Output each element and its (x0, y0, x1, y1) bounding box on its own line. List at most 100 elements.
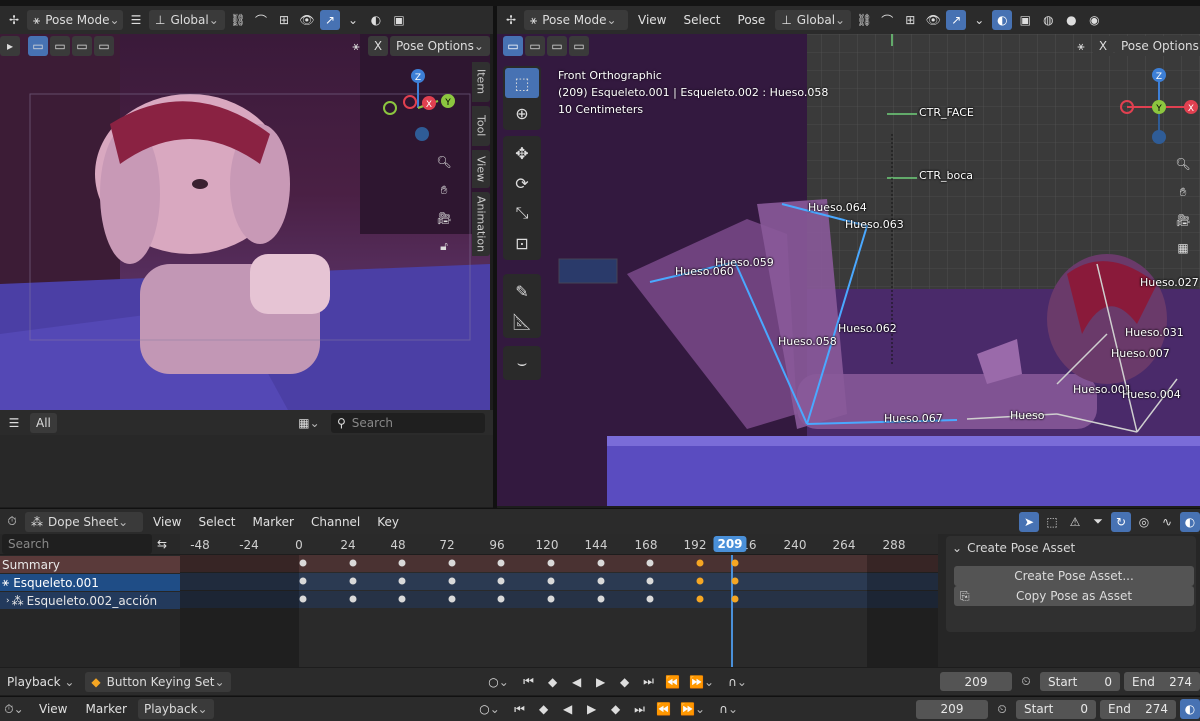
snap-target-icon[interactable]: ⊞ (274, 10, 294, 30)
x-mirror-button[interactable]: X (368, 36, 388, 56)
ds-prev-marker-icon[interactable]: ⏪ (663, 672, 683, 692)
filter-icon[interactable]: ⏷ (1088, 512, 1108, 532)
outliner-search-input[interactable]: ⚲ Search (331, 412, 485, 433)
select-mode-extend-icon[interactable]: ▭ (50, 36, 70, 56)
show-hidden-icon[interactable]: ⬚ (1042, 512, 1062, 532)
tl-current-frame-field[interactable]: 209 (916, 699, 988, 719)
timeline-editor-type-icon[interactable]: ⏱︎ (0, 699, 28, 719)
ds-play-reverse-icon[interactable]: ◀ (567, 672, 587, 692)
right-xray-icon[interactable]: ▣ (1015, 10, 1035, 30)
channel-search-input[interactable]: Search (2, 534, 152, 554)
interpolation-icon[interactable]: ∿ (1157, 512, 1177, 532)
keyframe[interactable] (597, 577, 605, 585)
keyframe[interactable] (349, 577, 357, 585)
select-mode-subtract-icon[interactable]: ▭ (72, 36, 92, 56)
keyframe[interactable] (299, 577, 307, 585)
navigation-gizmo[interactable]: Z X Y (378, 64, 458, 144)
ds-next-marker-icon[interactable]: ⏩ (687, 672, 717, 692)
left-orientation-dropdown[interactable]: ⊥ Global (149, 10, 225, 30)
annotate-tool-icon[interactable]: ✎ (505, 276, 539, 306)
ds-prev-key-icon[interactable]: ◆ (543, 672, 563, 692)
keyframe[interactable] (398, 577, 406, 585)
dopesheet-editor-type-icon[interactable]: ⏱︎ (2, 512, 22, 532)
right-mirror-icon[interactable]: ⚹ (1071, 36, 1091, 56)
mirror-icon[interactable]: ⚹ (346, 36, 366, 56)
ds-jump-start-icon[interactable]: ⏮ (519, 672, 539, 692)
editor-type-icon[interactable]: ✢ (4, 10, 24, 30)
tl-overlay-icon[interactable]: ◐ (1180, 699, 1200, 719)
tl-end-frame-field[interactable]: End 274 (1100, 699, 1176, 719)
ds-start-frame-field[interactable]: Start 0 (1040, 672, 1120, 691)
create-pose-asset-button[interactable]: Create Pose Asset... (954, 566, 1194, 586)
right-pivot-icon[interactable]: ⛓ (854, 10, 874, 30)
keyframe[interactable] (597, 559, 605, 567)
keyframe[interactable] (696, 595, 704, 603)
tl-jump-end-icon[interactable]: ⏭ (630, 699, 650, 719)
scale-tool-icon[interactable]: ⤡ (505, 198, 539, 228)
keyframe[interactable] (696, 577, 704, 585)
keyframe[interactable] (448, 595, 456, 603)
tl-play-icon[interactable]: ▶ (582, 699, 602, 719)
ds-clock-icon[interactable]: ⏲ (1016, 672, 1036, 692)
tl-playback-dropdown[interactable]: Playback (137, 699, 214, 719)
ds-menu-key[interactable]: Key (370, 515, 406, 529)
ds-record-icon[interactable]: ○ (483, 672, 515, 692)
tl-start-frame-field[interactable]: Start 0 (1016, 699, 1096, 719)
keyframe[interactable] (349, 595, 357, 603)
current-frame-indicator[interactable]: 209 (713, 536, 747, 552)
playhead-line[interactable] (731, 555, 733, 667)
proportional-icon[interactable]: ◎ (1134, 512, 1154, 532)
display-mode-icon[interactable]: ▦ (293, 413, 325, 433)
right-mode-dropdown[interactable]: ⚹ Pose Mode (524, 10, 628, 30)
right-zoom-icon[interactable]: 🔍︎ (1173, 154, 1193, 174)
keyframe[interactable] (448, 559, 456, 567)
right-snap-icon[interactable]: ⌒ (877, 10, 897, 30)
ds-overlay-icon[interactable]: ◐ (1180, 511, 1200, 532)
zoom-icon[interactable]: 🔍︎ (434, 152, 454, 172)
tl-menu-marker[interactable]: Marker (78, 702, 133, 716)
pivot-icon[interactable]: ⛓ (228, 10, 248, 30)
tab-animation[interactable]: Animation (472, 192, 490, 256)
select-box-tool-icon[interactable]: ⬚ (505, 68, 539, 98)
pose-asset-panel-header[interactable]: ⌄ Create Pose Asset (946, 536, 1196, 560)
keyframe[interactable] (547, 595, 555, 603)
keyframe[interactable] (299, 559, 307, 567)
overlay-toggle-icon[interactable]: ◐ (366, 10, 386, 30)
keyframe[interactable] (349, 559, 357, 567)
menu-view[interactable]: View (631, 13, 673, 27)
keyframe[interactable] (646, 559, 654, 567)
right-pose-options-dropdown[interactable]: Pose Options (1115, 36, 1200, 56)
right-navigation-gizmo[interactable]: Z X Y (1119, 64, 1199, 148)
only-errors-icon[interactable]: ⚠ (1065, 512, 1085, 532)
keyframe[interactable] (497, 595, 505, 603)
move-tool-icon[interactable]: ✥ (505, 138, 539, 168)
action-expand-icon[interactable]: › (6, 596, 10, 606)
right-editor-type-icon[interactable]: ✢ (501, 10, 521, 30)
right-select-mode-subtract-icon[interactable]: ▭ (547, 36, 567, 56)
channel-object[interactable]: ⚹ Esqueleto.001 (0, 574, 180, 591)
channel-action[interactable]: › ⁂ Esqueleto.002_acción (0, 592, 180, 609)
tl-menu-view[interactable]: View (32, 702, 74, 716)
tl-jump-start-icon[interactable]: ⏮ (510, 699, 530, 719)
left-pose-options-dropdown[interactable]: Pose Options (390, 36, 490, 56)
menu-pose[interactable]: Pose (731, 13, 773, 27)
keyframe[interactable] (731, 595, 739, 603)
keyframe[interactable] (547, 577, 555, 585)
dopesheet-ruler[interactable]: -48 -24 0 24 48 72 96 120 144 168 192 21… (180, 534, 940, 554)
shading-solid-icon[interactable]: ● (1061, 10, 1081, 30)
keyframe[interactable] (547, 559, 555, 567)
keyframe[interactable] (448, 577, 456, 585)
right-select-mode-extend-icon[interactable]: ▭ (525, 36, 545, 56)
ds-menu-view[interactable]: View (146, 515, 188, 529)
keyframe[interactable] (646, 577, 654, 585)
tl-next-marker-icon[interactable]: ⏩ (678, 699, 708, 719)
ds-next-key-icon[interactable]: ◆ (615, 672, 635, 692)
summary-toggle-icon[interactable]: ↻ (1111, 511, 1131, 532)
keyframe[interactable] (696, 559, 704, 567)
right-pan-hand-icon[interactable]: ✋︎ (1173, 182, 1193, 202)
keyframe[interactable] (731, 577, 739, 585)
ds-menu-channel[interactable]: Channel (304, 515, 367, 529)
cursor-tool-icon[interactable]: ⊕ (505, 98, 539, 128)
tl-clock-icon[interactable]: ⏲ (992, 699, 1012, 719)
keyframe[interactable] (497, 577, 505, 585)
